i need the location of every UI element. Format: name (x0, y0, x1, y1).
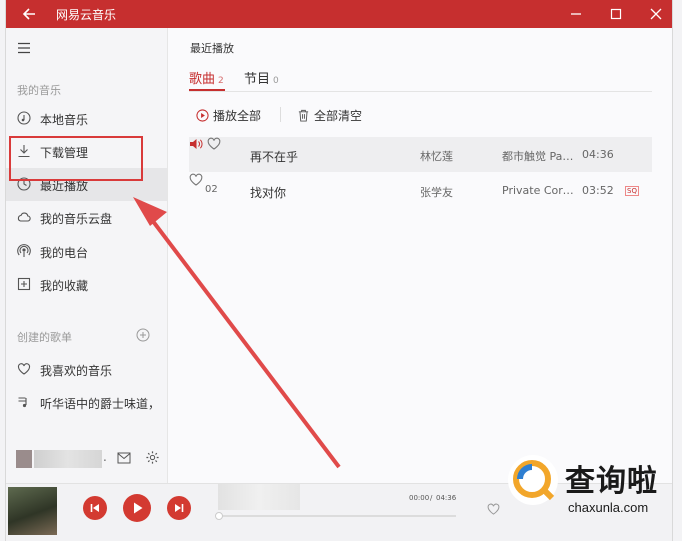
watermark-logo (508, 455, 558, 505)
watermark-url: chaxunla.com (568, 500, 649, 515)
watermark-text: 查询啦 (565, 464, 658, 499)
search-icon (513, 460, 555, 501)
